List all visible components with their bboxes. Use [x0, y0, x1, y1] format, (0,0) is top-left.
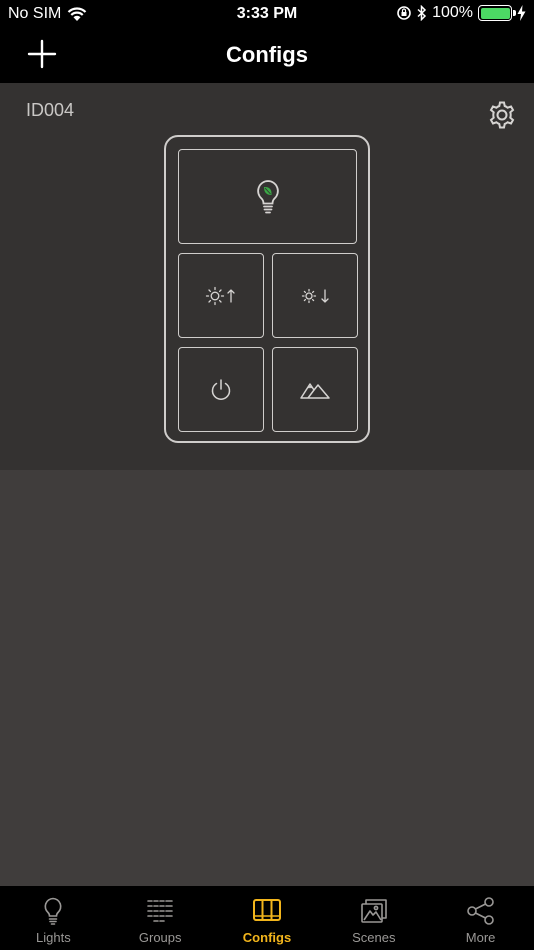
battery-fill	[480, 7, 510, 19]
tab-label-configs: Configs	[242, 930, 292, 945]
tab-label-more: More	[465, 930, 496, 945]
remote-button-brightness-down[interactable]	[272, 253, 358, 338]
tab-scenes[interactable]: Scenes	[320, 886, 427, 950]
groups-icon	[147, 900, 173, 922]
config-card[interactable]: ID004	[0, 83, 534, 470]
status-bar: No SIM 3:33 PM 100%	[0, 0, 534, 28]
tab-bar: Lights Groups Configs Scenes More	[0, 886, 534, 950]
tab-label-groups: Groups	[138, 930, 182, 945]
brightness-up-icon	[205, 286, 235, 305]
share-icon	[466, 897, 494, 925]
nav-bar: Configs	[0, 28, 534, 83]
tab-lights[interactable]: Lights	[0, 886, 107, 950]
remote-button-light[interactable]	[178, 149, 357, 244]
tab-label-lights: Lights	[36, 930, 71, 945]
remote-control-diagram[interactable]	[164, 135, 370, 443]
remote-button-power[interactable]	[178, 347, 264, 432]
gear-icon[interactable]	[486, 99, 518, 131]
scene-mountains-icon	[300, 382, 330, 399]
lightbulb-leaf-icon	[256, 179, 279, 213]
power-icon	[211, 378, 231, 400]
page-title: Configs	[226, 42, 308, 67]
battery-percent: 100%	[432, 4, 473, 21]
tab-groups[interactable]: Groups	[107, 886, 214, 950]
remote-button-scene[interactable]	[272, 347, 358, 432]
charging-bolt-icon	[517, 5, 526, 21]
lightbulb-icon	[44, 897, 62, 925]
tab-more[interactable]: More	[427, 886, 534, 950]
scenes-icon	[360, 899, 387, 923]
status-right: 100%	[396, 4, 526, 22]
remote-button-brightness-up[interactable]	[178, 253, 264, 338]
tab-configs[interactable]: Configs	[214, 886, 321, 950]
battery-icon	[478, 5, 516, 21]
config-id-label: ID004	[26, 100, 75, 120]
configs-icon	[252, 899, 281, 921]
brightness-down-icon	[301, 288, 329, 303]
orientation-lock-icon	[397, 6, 411, 20]
bluetooth-icon	[417, 5, 427, 21]
tab-label-scenes: Scenes	[352, 930, 396, 945]
